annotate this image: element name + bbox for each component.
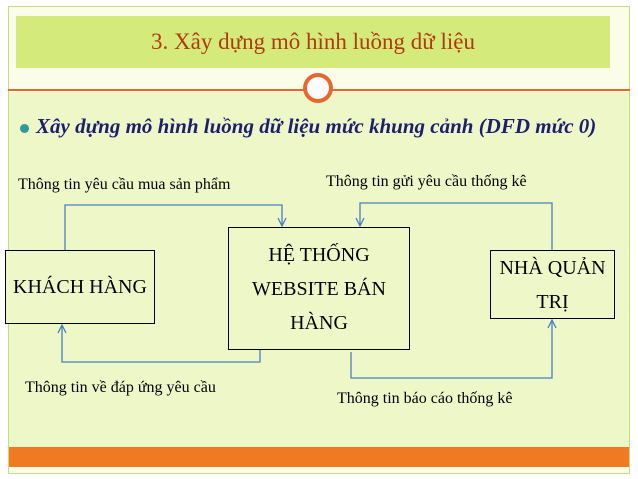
flow-label-customer-to-system: Thông tin yêu cầu mua sản phẩm — [18, 176, 231, 193]
flow-label-admin-to-system: Thông tin gửi yêu cầu thống kê — [326, 173, 527, 190]
entity-customer-label: KHÁCH HÀNG — [13, 276, 147, 298]
entity-admin-label: NHÀ QUẢN TRỊ — [499, 256, 606, 313]
flow-label-system-to-admin: Thông tin báo cáo thống kê — [337, 390, 513, 407]
process-system-box: HỆ THỐNG WEBSITE BÁN HÀNG — [228, 227, 410, 350]
circle-ornament-center — [307, 77, 329, 99]
slide: 3. Xây dựng mô hình luồng dữ liệu Xây dự… — [0, 0, 638, 479]
bullet-heading: Xây dựng mô hình luồng dữ liệu mức khung… — [36, 114, 597, 138]
circle-ornament-icon — [303, 73, 333, 103]
entity-customer-box: KHÁCH HÀNG — [5, 250, 155, 324]
entity-admin-box: NHÀ QUẢN TRỊ — [490, 250, 615, 319]
title-band: 3. Xây dựng mô hình luồng dữ liệu — [16, 16, 610, 68]
bullet-dot-icon — [20, 124, 29, 133]
slide-title: 3. Xây dựng mô hình luồng dữ liệu — [151, 29, 475, 54]
flow-label-system-to-customer: Thông tin về đáp ứng yêu cầu — [25, 379, 216, 396]
process-system-label: HỆ THỐNG WEBSITE BÁN HÀNG — [252, 243, 386, 334]
bottom-band — [9, 447, 629, 467]
